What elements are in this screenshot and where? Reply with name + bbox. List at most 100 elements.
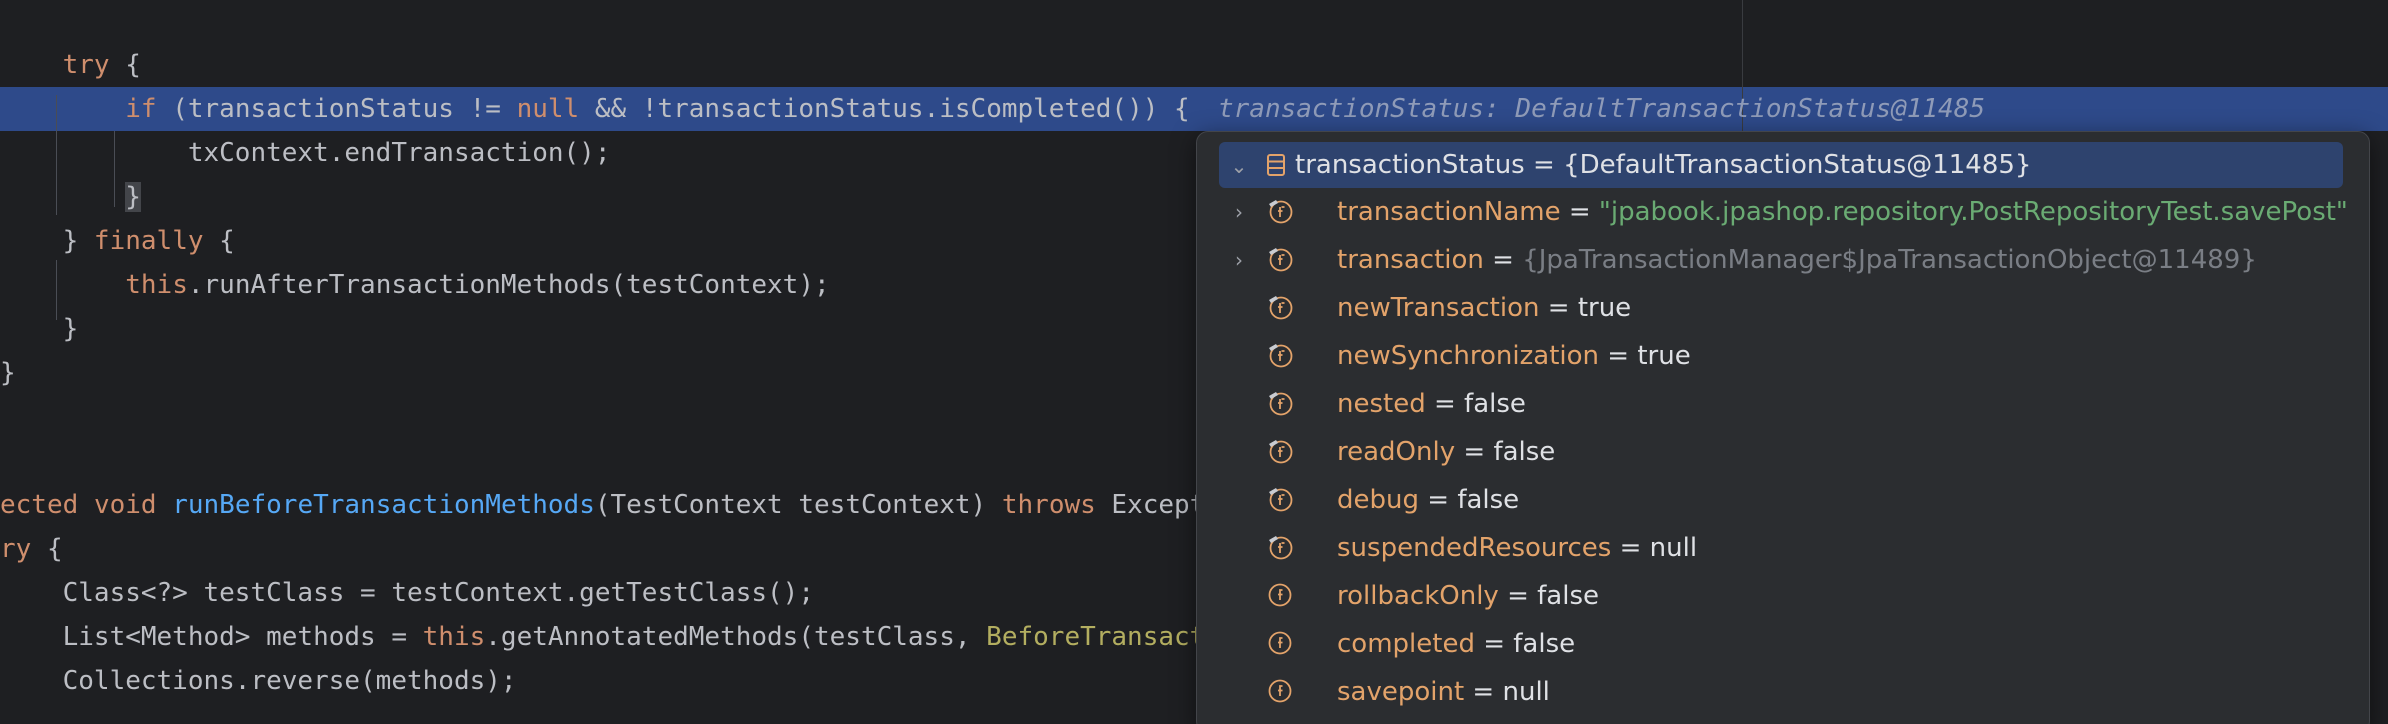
field-eq: = xyxy=(1425,389,1465,419)
field-eq: = xyxy=(1560,197,1599,227)
code-line-if-close[interactable]: } xyxy=(0,175,141,219)
code-token: ected xyxy=(0,490,79,520)
field-eq: = xyxy=(1464,677,1503,707)
tree-row-suspendedResources[interactable]: suspendedResources = null xyxy=(1197,524,2369,572)
field-name: rollbackOnly xyxy=(1337,581,1499,611)
code-token: } xyxy=(0,226,94,256)
chevron-down-icon[interactable]: ⌄ xyxy=(1227,154,1251,178)
field-name: savepoint xyxy=(1337,677,1465,707)
root-name: transactionStatus xyxy=(1295,150,1525,180)
field-inherited-icon xyxy=(1269,440,1293,464)
root-value: {DefaultTransactionStatus@11485} xyxy=(1563,150,2032,180)
code-token: runBeforeTransactionMethods xyxy=(172,490,595,520)
code-line-if-cond[interactable]: if (transactionStatus != null && !transa… xyxy=(0,87,1190,131)
code-token: (TestContext testContext) xyxy=(594,490,1002,520)
code-token: } xyxy=(0,314,79,344)
field-value: null xyxy=(1649,533,1698,563)
field-inherited-icon xyxy=(1269,392,1293,416)
field-value: false xyxy=(1493,437,1556,467)
indent-guide xyxy=(56,95,57,215)
field-value: "jpabook.jpashop.repository.PostReposito… xyxy=(1598,197,2348,227)
field-eq: = xyxy=(1483,245,1523,275)
field-name: debug xyxy=(1337,485,1419,515)
field-eq: = xyxy=(1539,293,1578,323)
code-line-finally[interactable]: } finally { xyxy=(0,219,235,263)
field-value: false xyxy=(1537,581,1600,611)
field-name: nested xyxy=(1337,389,1426,419)
field-icon xyxy=(1268,583,1292,607)
field-icon xyxy=(1268,631,1292,655)
debug-evaluate-popup[interactable]: ⌄ transactionStatus = {DefaultTransactio… xyxy=(1196,131,2370,724)
code-token: } xyxy=(125,182,141,212)
chevron-right-icon[interactable]: › xyxy=(1227,200,1251,224)
tree-row-transaction[interactable]: › transaction = {JpaTransactionManager$Jp… xyxy=(1197,236,2369,284)
field-name: newSynchronization xyxy=(1337,341,1599,371)
code-line-end-tx[interactable]: txContext.endTransaction(); xyxy=(0,131,611,175)
code-token: BeforeTransact xyxy=(986,622,1206,652)
field-value: false xyxy=(1464,389,1526,419)
code-line-run-after[interactable]: this.runAfterTransactionMethods(testCont… xyxy=(0,263,829,307)
field-icon xyxy=(1268,679,1292,703)
code-line-reverse-line[interactable]: Collections.reverse(methods); xyxy=(0,659,517,703)
code-line-method-decl[interactable]: ected void runBeforeTransactionMethods(T… xyxy=(0,483,1205,527)
code-token: .getAnnotatedMethods(testClass, xyxy=(485,622,987,652)
code-token: finally xyxy=(93,226,204,256)
code-token: Except xyxy=(1095,490,1206,520)
code-token: throws xyxy=(1001,490,1096,520)
tree-row-rollbackOnly[interactable]: rollbackOnly = false xyxy=(1197,572,2369,620)
field-value: null xyxy=(1502,677,1550,707)
field-eq: = xyxy=(1498,581,1538,611)
field-name: suspendedResources xyxy=(1337,533,1612,563)
code-token: null xyxy=(516,94,580,124)
code-token: try xyxy=(62,50,110,80)
tree-row-completed[interactable]: completed = false xyxy=(1197,620,2369,668)
code-token: List<Method> methods = xyxy=(0,622,423,652)
code-token: (transactionStatus != xyxy=(156,94,517,124)
field-name: completed xyxy=(1337,629,1475,659)
code-line-finally-close[interactable]: } xyxy=(0,307,79,351)
field-name: newTransaction xyxy=(1337,293,1540,323)
code-token: } xyxy=(0,358,16,388)
field-value: {JpaTransactionManager$JpaTransactionObj… xyxy=(1522,245,2257,275)
tree-row-root[interactable]: ⌄ transactionStatus = {DefaultTransactio… xyxy=(1219,142,2343,188)
tree-row-newSynchronization[interactable]: newSynchronization = true xyxy=(1197,332,2369,380)
field-value: true xyxy=(1577,293,1632,323)
field-value: false xyxy=(1457,485,1520,515)
code-line-try-2[interactable]: ry { xyxy=(0,527,63,571)
field-eq: = xyxy=(1599,341,1638,371)
tree-row-debug[interactable]: debug = false xyxy=(1197,476,2369,524)
code-token: txContext.endTransaction(); xyxy=(0,138,611,168)
code-token: && !transactionStatus.isCompleted()) { xyxy=(579,94,1190,124)
root-eq: = xyxy=(1524,150,1564,180)
tree-row-transactionName[interactable]: › transactionName = "jpabook.jpashop.repo… xyxy=(1197,188,2369,236)
code-line-try-open[interactable]: try { xyxy=(0,43,141,87)
field-value: false xyxy=(1513,629,1576,659)
field-inherited-icon xyxy=(1269,536,1293,560)
field-value: true xyxy=(1637,341,1691,371)
code-token: if xyxy=(125,94,157,124)
code-line-class-line[interactable]: Class<?> testClass = testContext.getTest… xyxy=(0,571,814,615)
field-name: readOnly xyxy=(1337,437,1456,467)
chevron-right-icon[interactable]: › xyxy=(1227,248,1251,272)
tree-row-nested[interactable]: nested = false xyxy=(1197,380,2369,428)
tree-row-savepoint[interactable]: savepoint = null xyxy=(1197,668,2369,716)
code-token: this xyxy=(125,270,188,300)
field-inherited-icon xyxy=(1269,344,1293,368)
field-inherited-icon xyxy=(1269,296,1293,320)
code-token: { xyxy=(203,226,235,256)
field-name: transaction xyxy=(1337,245,1484,275)
tree-row-readOnly[interactable]: readOnly = false xyxy=(1197,428,2369,476)
code-line-method-close[interactable]: } xyxy=(0,351,16,395)
code-token: void xyxy=(93,490,157,520)
indent-guide xyxy=(56,260,57,320)
field-name: transactionName xyxy=(1337,197,1561,227)
field-eq: = xyxy=(1419,485,1458,515)
code-line-list-line[interactable]: List<Method> methods = this.getAnnotated… xyxy=(0,615,1206,659)
tree-row-newTransaction[interactable]: newTransaction = true xyxy=(1197,284,2369,332)
